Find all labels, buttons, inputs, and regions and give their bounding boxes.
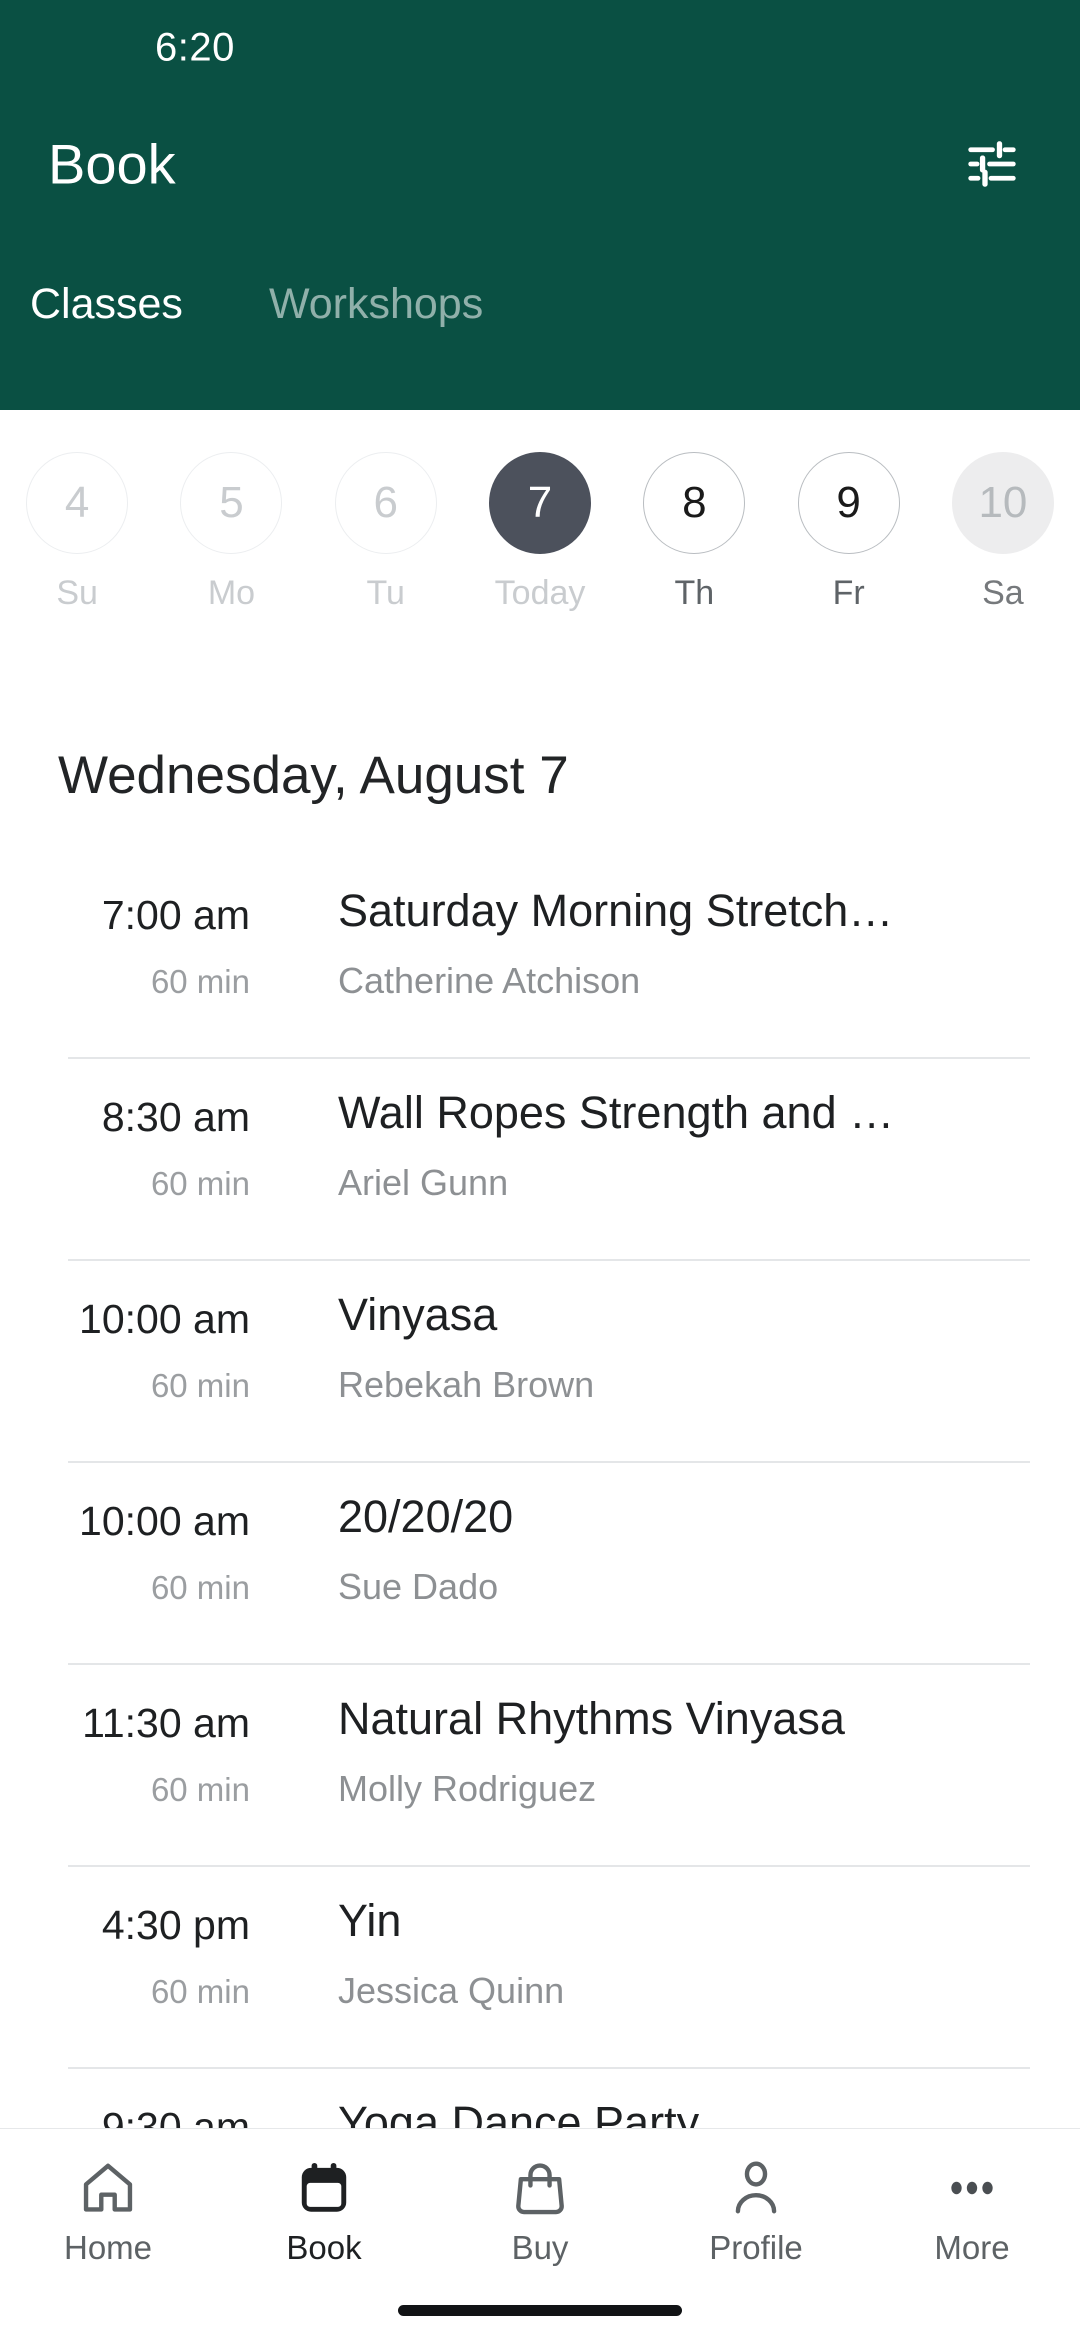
nav-item-book[interactable]: Book bbox=[216, 2153, 432, 2264]
date-pill-number: 9 bbox=[797, 452, 900, 554]
class-row[interactable]: 9:30 am Yoga Dance Party bbox=[0, 2067, 1080, 2130]
filter-button[interactable] bbox=[946, 118, 1038, 210]
nav-item-buy[interactable]: Buy bbox=[432, 2153, 648, 2264]
date-cell-5[interactable]: 5 Mo bbox=[154, 452, 308, 610]
class-instructor: Molly Rodriguez bbox=[338, 1768, 597, 1809]
class-instructor: Rebekah Brown bbox=[338, 1364, 595, 1405]
class-time: 11:30 am bbox=[82, 1700, 250, 1746]
class-instructor: Catherine Atchison bbox=[338, 960, 641, 1001]
class-row[interactable]: 4:30 pm 60 min Yin Jessica Quinn bbox=[0, 1865, 1080, 2067]
nav-item-more[interactable]: More bbox=[864, 2153, 1080, 2264]
tune-sliders-icon bbox=[968, 141, 1016, 187]
date-pill-number: 4 bbox=[26, 452, 129, 554]
day-heading: Wednesday, August 7 bbox=[58, 746, 569, 805]
class-instructor: Sue Dado bbox=[338, 1566, 499, 1607]
class-title: Yoga Dance Party bbox=[338, 2097, 700, 2130]
date-cell-7-today[interactable]: 7 Today bbox=[463, 452, 617, 610]
status-bar: 6:20 bbox=[0, 0, 1080, 98]
class-row[interactable]: 11:30 am 60 min Natural Rhythms Vinyasa … bbox=[0, 1663, 1080, 1865]
date-pill-label: Mo bbox=[207, 574, 256, 612]
date-pill-label: Th bbox=[674, 574, 715, 612]
nav-item-home[interactable]: Home bbox=[0, 2153, 216, 2264]
home-indicator bbox=[398, 2305, 682, 2316]
nav-label-home: Home bbox=[63, 2229, 153, 2266]
class-title: Yin bbox=[338, 1895, 402, 1946]
date-pill-label: Fr bbox=[832, 574, 865, 612]
date-pill-number: 10 bbox=[951, 452, 1054, 554]
class-time: 4:30 pm bbox=[101, 1902, 250, 1948]
class-duration: 60 min bbox=[150, 1569, 250, 1606]
class-instructor: Ariel Gunn bbox=[338, 1162, 509, 1203]
class-title: Saturday Morning Stretch… bbox=[338, 885, 894, 936]
class-duration: 60 min bbox=[150, 1771, 250, 1808]
nav-label-more: More bbox=[934, 2229, 1010, 2266]
class-duration: 60 min bbox=[150, 1367, 250, 1404]
date-pill-number: 6 bbox=[334, 452, 437, 554]
status-bar-clock: 6:20 bbox=[155, 25, 235, 70]
nav-item-profile[interactable]: Profile bbox=[648, 2153, 864, 2264]
class-duration: 60 min bbox=[150, 1973, 250, 2010]
person-icon bbox=[725, 2153, 787, 2223]
app-header: 6:20 Book Classes Workshops bbox=[0, 0, 1080, 410]
date-pill-label: Today bbox=[494, 574, 586, 612]
calendar-icon bbox=[293, 2153, 355, 2223]
nav-label-buy: Buy bbox=[511, 2229, 569, 2266]
class-instructor: Jessica Quinn bbox=[338, 1970, 565, 2011]
shopping-bag-icon bbox=[509, 2153, 571, 2223]
class-time: 7:00 am bbox=[101, 892, 250, 938]
date-pill-number: 8 bbox=[643, 452, 746, 554]
date-cell-9[interactable]: 9 Fr bbox=[771, 452, 925, 610]
class-row[interactable]: 7:00 am 60 min Saturday Morning Stretch…… bbox=[0, 855, 1080, 1057]
tab-classes[interactable]: Classes bbox=[30, 283, 183, 326]
bottom-navigation: Home Book Buy Profile More bbox=[0, 2128, 1080, 2340]
nav-label-profile: Profile bbox=[709, 2229, 803, 2266]
date-strip[interactable]: 4 Su 5 Mo 6 Tu 7 Today 8 Th 9 Fr 10 Sa bbox=[0, 410, 1080, 665]
class-time: 10:00 am bbox=[79, 1296, 250, 1342]
date-pill-number: 5 bbox=[180, 452, 283, 554]
class-row[interactable]: 8:30 am 60 min Wall Ropes Strength and …… bbox=[0, 1057, 1080, 1259]
class-title: Vinyasa bbox=[338, 1289, 498, 1340]
date-cell-8[interactable]: 8 Th bbox=[617, 452, 771, 610]
date-pill-label: Sa bbox=[982, 574, 1024, 612]
class-row[interactable]: 10:00 am 60 min Vinyasa Rebekah Brown bbox=[0, 1259, 1080, 1461]
home-icon bbox=[77, 2153, 139, 2223]
nav-label-book: Book bbox=[286, 2229, 362, 2266]
tab-workshops[interactable]: Workshops bbox=[269, 283, 483, 326]
class-title: Natural Rhythms Vinyasa bbox=[338, 1693, 845, 1744]
class-title: Wall Ropes Strength and … bbox=[338, 1087, 895, 1138]
class-row[interactable]: 10:00 am 60 min 20/20/20 Sue Dado bbox=[0, 1461, 1080, 1663]
class-time: 8:30 am bbox=[101, 1094, 250, 1140]
page-title: Book bbox=[48, 132, 176, 196]
date-cell-6[interactable]: 6 Tu bbox=[309, 452, 463, 610]
class-time: 9:30 am bbox=[101, 2104, 250, 2131]
date-pill-label: Su bbox=[56, 574, 98, 612]
class-duration: 60 min bbox=[150, 1165, 250, 1202]
date-cell-4[interactable]: 4 Su bbox=[0, 452, 154, 610]
class-duration: 60 min bbox=[150, 963, 250, 1000]
date-pill-label: Tu bbox=[366, 574, 405, 612]
book-screen: 6:20 Book Classes Workshops 4 Su 5 Mo 6 … bbox=[0, 0, 1080, 2340]
date-cell-10[interactable]: 10 Sa bbox=[926, 452, 1080, 610]
ellipsis-icon bbox=[941, 2153, 1003, 2223]
app-bar: Book bbox=[0, 98, 1080, 228]
class-title: 20/20/20 bbox=[338, 1491, 514, 1542]
class-list[interactable]: 7:00 am 60 min Saturday Morning Stretch…… bbox=[0, 855, 1080, 2130]
tab-bar: Classes Workshops bbox=[0, 283, 1080, 393]
date-pill-number: 7 bbox=[489, 452, 592, 554]
class-time: 10:00 am bbox=[79, 1498, 250, 1544]
